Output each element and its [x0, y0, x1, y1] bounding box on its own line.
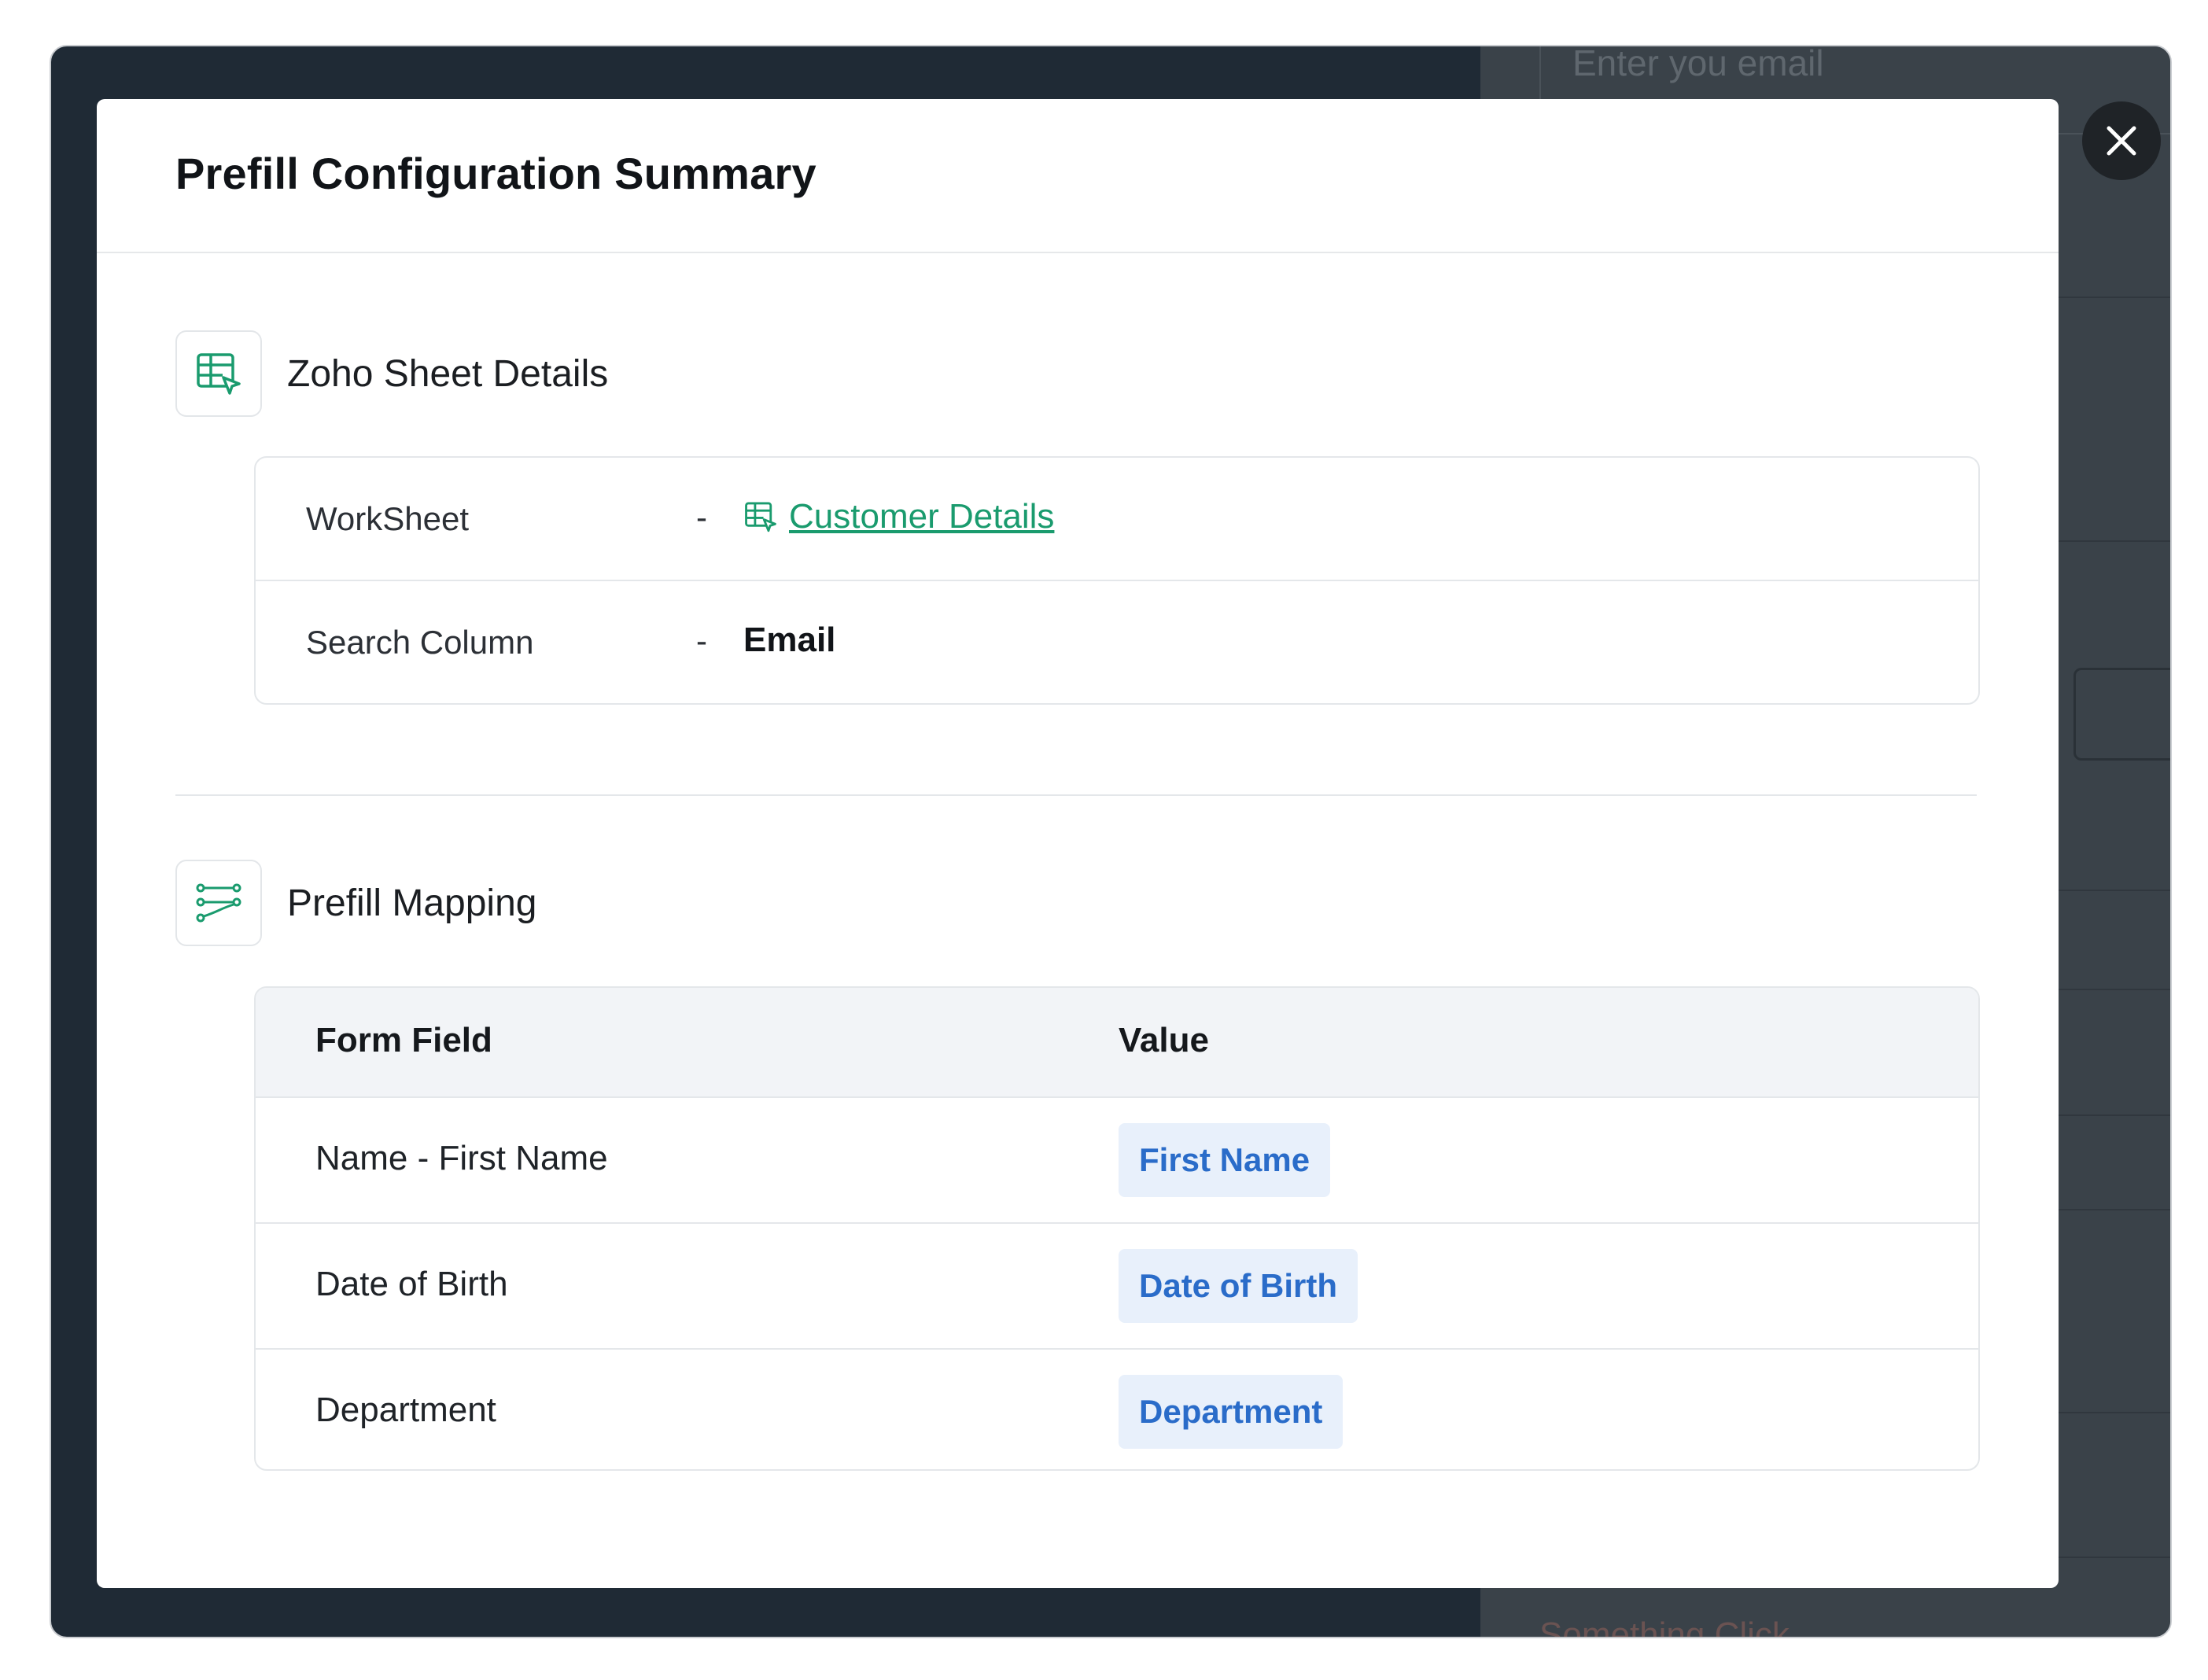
background-input-placeholder: Enter you email [1572, 45, 1824, 83]
table-row: Department Department [256, 1348, 1978, 1469]
value-chip: Date of Birth [1119, 1249, 1358, 1323]
table-row: Date of Birth Date of Birth [256, 1222, 1978, 1348]
prefill-mapping-header: Prefill Mapping [175, 860, 536, 946]
worksheet-separator: - [696, 499, 707, 536]
table-row: Name - First Name First Name [256, 1098, 1978, 1222]
form-field-cell: Department [315, 1391, 496, 1429]
search-column-label: Search Column [306, 624, 534, 661]
column-header-form-field: Form Field [315, 1021, 492, 1059]
column-header-value: Value [1119, 1021, 1209, 1059]
value-chip: Department [1119, 1375, 1344, 1449]
worksheet-link[interactable]: Customer Details [789, 497, 1054, 536]
table-header: Form Field Value [256, 988, 1978, 1098]
value-chip: First Name [1119, 1123, 1331, 1197]
section-divider [175, 794, 1977, 796]
prefill-mapping-title: Prefill Mapping [287, 882, 537, 924]
background-box [2073, 668, 2170, 761]
close-icon [2107, 126, 2136, 156]
search-column-row: Search Column - Email [256, 580, 1978, 703]
worksheet-row: WorkSheet - Customer Details [256, 458, 1978, 580]
sheet-details-title: Zoho Sheet Details [287, 352, 609, 395]
modal-header: Prefill Configuration Summary [97, 99, 2059, 253]
close-button[interactable] [2082, 101, 2161, 180]
worksheet-value: Customer Details [743, 497, 1054, 536]
form-field-cell: Name - First Name [315, 1139, 608, 1177]
sheet-details-header: Zoho Sheet Details [175, 330, 608, 417]
sheet-icon [197, 353, 241, 395]
sheet-details-card: WorkSheet - Customer Details Search Colu… [254, 456, 1980, 705]
prefill-summary-modal: Prefill Configuration Summary Zoho Sheet… [97, 99, 2059, 1588]
background-bottom-text: Something Click [1539, 1616, 1790, 1638]
sheet-icon-box [175, 330, 262, 417]
form-field-cell: Date of Birth [315, 1265, 508, 1303]
modal-title: Prefill Configuration Summary [175, 149, 816, 198]
mapping-icon [196, 883, 241, 923]
sheet-icon [745, 502, 776, 532]
search-column-value: Email [743, 621, 836, 659]
mapping-icon-box [175, 860, 262, 946]
search-column-separator: - [696, 622, 707, 659]
prefill-mapping-table: Form Field Value Name - First Name First… [254, 986, 1980, 1471]
worksheet-label: WorkSheet [306, 500, 469, 537]
